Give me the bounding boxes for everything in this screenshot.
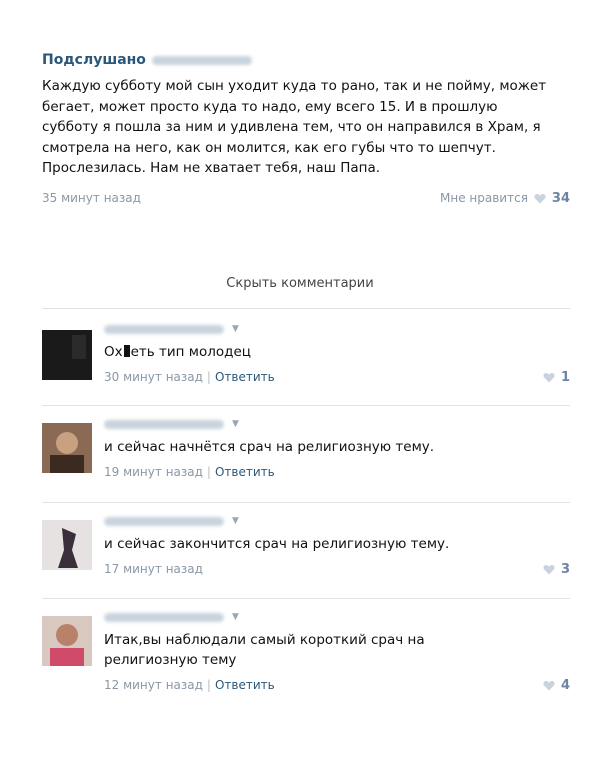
comment-time[interactable]: 17 минут назад (104, 562, 203, 576)
divider (42, 405, 570, 406)
comment-meta: 12 минут назад | Ответить 4 (104, 678, 570, 693)
post-like-button[interactable]: Мне нравится 34 (440, 191, 570, 206)
post-header: Подслушано (42, 50, 570, 70)
avatar[interactable] (42, 520, 92, 570)
reply-link[interactable]: Ответить (215, 678, 275, 692)
post-time[interactable]: 35 минут назад (42, 191, 141, 205)
divider (42, 598, 570, 599)
comment-meta: 17 минут назад 3 (104, 562, 570, 580)
comment-author[interactable]: ▼ (104, 322, 570, 336)
divider (42, 308, 570, 309)
comment: ▼ и сейчас начнётся срач на религиозную … (42, 417, 570, 497)
avatar[interactable] (42, 423, 92, 473)
avatar[interactable] (42, 330, 92, 380)
divider (42, 502, 570, 503)
comment-text: Ох еть тип молодец (104, 344, 251, 360)
comment-meta: 30 минут назад | Ответить 1 (104, 370, 570, 385)
post-meta: 35 минут назад Мне нравится 34 (42, 191, 570, 211)
comment-time[interactable]: 30 минут назад (104, 370, 203, 384)
censor-block (123, 345, 130, 357)
comment-author[interactable]: ▼ (104, 417, 570, 431)
reply-link[interactable]: Ответить (215, 370, 275, 384)
chevron-down-icon[interactable]: ▼ (232, 516, 239, 526)
post-author[interactable]: Подслушано (42, 52, 146, 68)
comment-like-button[interactable]: 4 (543, 678, 570, 693)
comment-like-button[interactable]: 3 (543, 562, 570, 577)
post: Подслушано Каждую субботу мой сын уходит… (42, 50, 570, 211)
hide-comments-link[interactable]: Скрыть комментарии (0, 276, 600, 291)
comment-time[interactable]: 12 минут назад (104, 678, 203, 692)
reply-link[interactable]: Ответить (215, 465, 275, 479)
comment-like-count: 3 (560, 562, 570, 577)
heart-icon (543, 372, 555, 383)
like-label: Мне нравится (440, 191, 528, 205)
comment-like-count: 1 (560, 370, 570, 385)
comment-text: Итак,вы наблюдали самый короткий срач на… (104, 632, 425, 668)
comment-meta: 19 минут назад | Ответить (104, 465, 275, 479)
comment: ▼ Итак,вы наблюдали самый короткий срач … (42, 610, 570, 710)
chevron-down-icon[interactable]: ▼ (232, 324, 239, 334)
comment-time[interactable]: 19 минут назад (104, 465, 203, 479)
comment-author[interactable]: ▼ (104, 610, 570, 624)
post-text: Каждую субботу мой сын уходит куда то ра… (42, 78, 547, 176)
heart-icon (534, 193, 546, 204)
chevron-down-icon[interactable]: ▼ (232, 612, 239, 622)
comment-text: и сейчас начнётся срач на религиозную те… (104, 439, 435, 455)
comment: ▼ и сейчас закончится срач на религиозну… (42, 514, 570, 594)
chevron-down-icon[interactable]: ▼ (232, 419, 239, 429)
blurred-group-name (151, 55, 252, 65)
post-like-count: 34 (551, 190, 570, 206)
avatar[interactable] (42, 616, 92, 666)
heart-icon (543, 564, 555, 575)
comment-like-count: 4 (560, 678, 570, 693)
comment: ▼ Ох еть тип молодец 30 минут назад | Ответ… (42, 322, 570, 402)
comment-text: и сейчас закончится срач на религиозную … (104, 536, 450, 552)
heart-icon (543, 680, 555, 691)
comment-author[interactable]: ▼ (104, 514, 570, 528)
comment-like-button[interactable]: 1 (543, 370, 570, 385)
